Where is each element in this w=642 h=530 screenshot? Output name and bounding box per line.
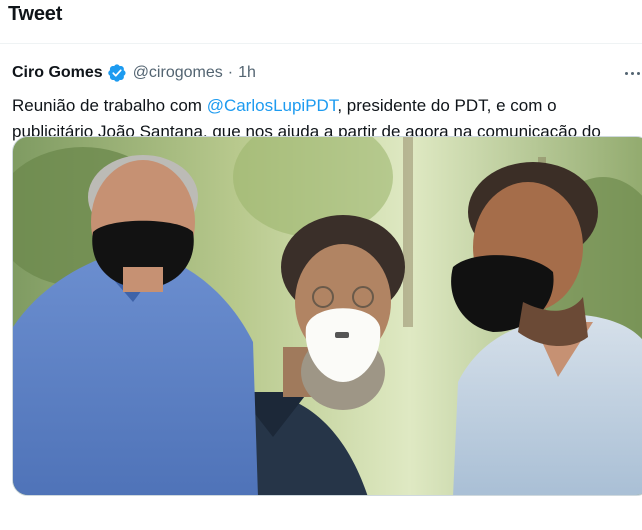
separator-dot: · bbox=[227, 64, 234, 81]
more-dots-icon[interactable] bbox=[618, 63, 642, 83]
tweet-header: Ciro Gomes @cirogomes · 1h bbox=[12, 61, 642, 85]
tweet-photo[interactable] bbox=[12, 136, 642, 496]
mention-link[interactable]: @CarlosLupiPDT bbox=[207, 96, 338, 115]
tweet-text-part-1: Reunião de trabalho com bbox=[12, 96, 207, 115]
author-name[interactable]: Ciro Gomes bbox=[12, 64, 103, 82]
page-header: Tweet bbox=[0, 0, 642, 44]
author-handle[interactable]: @cirogomes bbox=[133, 64, 223, 82]
page-title: Tweet bbox=[8, 3, 63, 25]
verified-badge-icon bbox=[107, 63, 127, 83]
tweet-timestamp[interactable]: 1h bbox=[238, 64, 256, 82]
